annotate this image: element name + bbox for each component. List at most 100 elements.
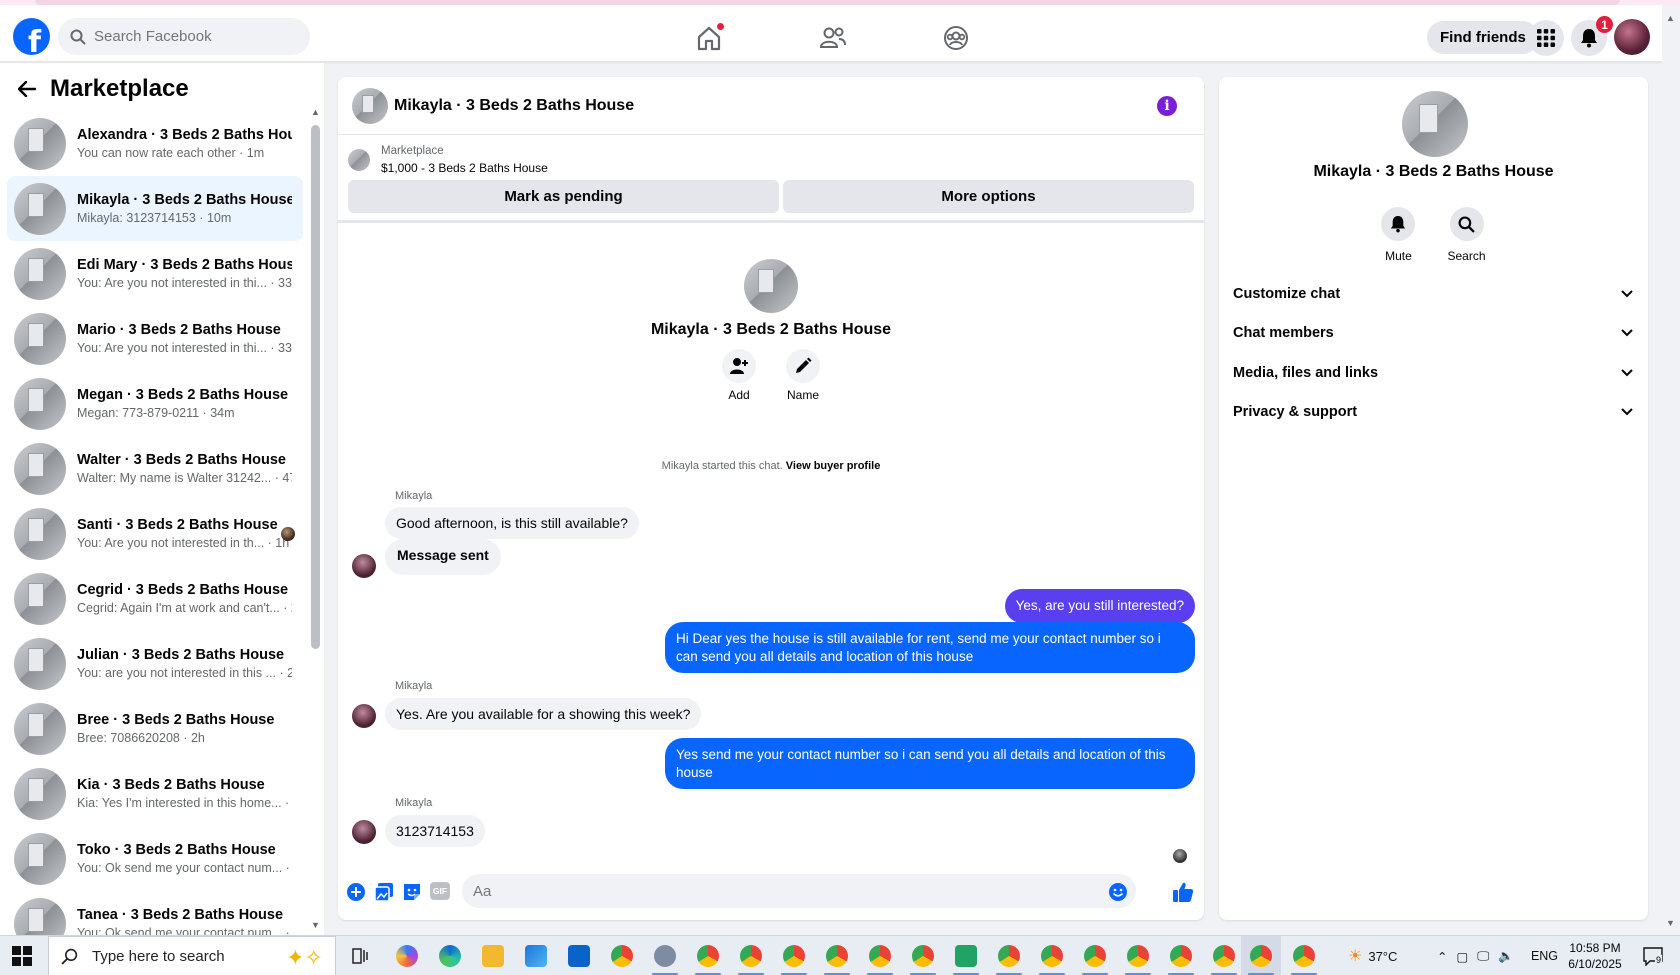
details-name: Mikayla · 3 Beds 2 Baths House [1313, 163, 1554, 180]
conversation-item[interactable]: Edi Mary · 3 Beds 2 Baths House You: Are … [7, 241, 303, 306]
search-in-chat-button[interactable]: Search [1447, 207, 1486, 263]
chevron-up-icon[interactable]: ⌃ [1437, 949, 1447, 964]
thumbs-up-icon[interactable] [1172, 881, 1194, 903]
edge-icon[interactable] [439, 945, 461, 967]
privacy-support-section[interactable]: Privacy & support [1233, 400, 1633, 424]
chrome-profile-icon[interactable] [1293, 945, 1315, 967]
conversation-preview: Bree: 7086620208 · 2h [77, 731, 205, 745]
chat-title[interactable]: Mikayla · 3 Beds 2 Baths House [394, 97, 634, 115]
notification-center-icon[interactable]: 9 [1642, 946, 1664, 967]
page-scrollbar[interactable]: ▲ ▼ [1662, 5, 1680, 935]
facebook-search[interactable] [58, 18, 310, 55]
divider [338, 220, 1204, 223]
seen-avatar [281, 527, 295, 541]
facebook-logo[interactable]: f [13, 18, 50, 55]
chrome-active-icon[interactable] [1250, 945, 1272, 967]
back-arrow-icon[interactable] [18, 81, 36, 97]
menu-button[interactable] [1528, 20, 1564, 56]
conversation-item[interactable]: Toko · 3 Beds 2 Baths House You: Ok send … [7, 826, 303, 891]
language-indicator[interactable]: ENG [1531, 949, 1558, 963]
friends-icon[interactable] [818, 23, 848, 53]
weather-widget[interactable]: ☀ 37°C [1348, 936, 1397, 975]
chrome-profile-icon[interactable] [1084, 945, 1106, 967]
bell-icon [1391, 216, 1406, 233]
search-input[interactable] [94, 28, 294, 45]
chrome-profile-icon[interactable] [998, 945, 1020, 967]
volume-icon[interactable]: 🔈 [1498, 949, 1514, 964]
chrome-profile-icon[interactable] [1170, 945, 1192, 967]
gif-icon[interactable]: GIF [430, 882, 450, 900]
task-view-icon[interactable] [349, 945, 371, 967]
view-buyer-profile-link[interactable]: View buyer profile [786, 460, 881, 472]
search-highlight-icon: ✦✧ [286, 945, 323, 970]
info-icon[interactable]: i [1157, 96, 1177, 116]
customize-chat-section[interactable]: Customize chat [1233, 282, 1633, 306]
chrome-profile-icon[interactable] [869, 945, 891, 967]
conversation-item[interactable]: Walter · 3 Beds 2 Baths House Walter: My … [7, 436, 303, 501]
mark-as-pending-button[interactable]: Mark as pending [348, 180, 779, 213]
emoji-icon[interactable] [1108, 882, 1128, 902]
conversation-item[interactable]: Bree · 3 Beds 2 Baths House Bree: 7086620… [7, 696, 303, 761]
sidebar-scrollbar[interactable] [311, 125, 320, 649]
details-avatar [1402, 91, 1468, 157]
plus-circle-icon[interactable] [346, 882, 366, 902]
taskbar-search[interactable]: Type here to search ✦✧ [48, 936, 336, 975]
name-chat-button[interactable]: Name [786, 349, 820, 402]
conversation-item[interactable]: Mikayla · 3 Beds 2 Baths House Mikayla: 3… [7, 176, 303, 241]
photo-icon[interactable] [374, 882, 394, 902]
chrome-icon[interactable] [611, 945, 633, 967]
scroll-up-arrow[interactable]: ▲ [1666, 13, 1675, 23]
network-icon[interactable]: 🖵 [1477, 949, 1489, 964]
conversation-name: Julian · 3 Beds 2 Baths House [77, 647, 285, 663]
file-explorer-icon[interactable] [482, 945, 504, 967]
camera-icon[interactable]: ▢ [1456, 949, 1468, 964]
more-options-button[interactable]: More options [783, 180, 1194, 213]
excel-icon[interactable] [955, 945, 977, 967]
incoming-message[interactable]: Message sent [385, 539, 501, 575]
chrome-profile-icon[interactable] [783, 945, 805, 967]
scroll-up-arrow[interactable]: ▲ [311, 107, 320, 117]
chrome-profile-icon[interactable] [1127, 945, 1149, 967]
incoming-message[interactable]: Yes. Are you available for a showing thi… [385, 698, 702, 730]
chrome-profile-icon[interactable] [826, 945, 848, 967]
outgoing-message[interactable]: Yes send me your contact number so i can… [665, 738, 1195, 790]
chrome-profile-icon[interactable] [697, 945, 719, 967]
app-icon[interactable] [654, 945, 676, 967]
chrome-profile-icon[interactable] [912, 945, 934, 967]
profile-avatar[interactable] [1614, 19, 1650, 55]
conversation-item[interactable]: Cegrid · 3 Beds 2 Baths House Cegrid: Aga… [7, 566, 303, 631]
chrome-profile-icon[interactable] [1041, 945, 1063, 967]
outlook-icon[interactable] [568, 945, 590, 967]
section-label: Chat members [1233, 325, 1334, 341]
add-people-button[interactable]: Add [722, 349, 756, 402]
conversation-item[interactable]: Megan · 3 Beds 2 Baths House Megan: 773-8… [7, 371, 303, 436]
scroll-down-arrow[interactable]: ▼ [311, 920, 320, 930]
conversation-name: Santi · 3 Beds 2 Baths House [77, 517, 278, 533]
outgoing-message[interactable]: Yes, are you still interested? [1004, 589, 1195, 623]
microsoft-store-icon[interactable] [525, 945, 547, 967]
chat-members-section[interactable]: Chat members [1233, 321, 1633, 345]
windows-start-icon[interactable] [12, 946, 32, 966]
chat-avatar[interactable] [352, 87, 388, 124]
copilot-icon[interactable] [396, 945, 418, 967]
groups-icon[interactable] [941, 23, 971, 53]
notifications-button[interactable]: 1 [1571, 16, 1613, 56]
mute-button[interactable]: Mute [1381, 207, 1416, 263]
conversation-item[interactable]: Mario · 3 Beds 2 Baths House You: Are you… [7, 306, 303, 371]
conversation-item[interactable]: Alexandra · 3 Beds 2 Baths House You can … [7, 111, 303, 176]
find-friends-button[interactable]: Find friends [1427, 21, 1539, 54]
scroll-down-arrow[interactable]: ▼ [1666, 918, 1675, 928]
listing-summary[interactable]: Marketplace $1,000 - 3 Beds 2 Baths Hous… [348, 145, 548, 175]
outgoing-message[interactable]: Hi Dear yes the house is still available… [665, 622, 1195, 674]
incoming-message[interactable]: Good afternoon, is this still available? [385, 507, 639, 539]
conversation-item[interactable]: Julian · 3 Beds 2 Baths House You: are yo… [7, 631, 303, 696]
sticker-icon[interactable] [402, 882, 422, 902]
incoming-message[interactable]: 3123714153 [385, 815, 485, 847]
conversation-item[interactable]: Santi · 3 Beds 2 Baths House You: Are you… [7, 501, 303, 566]
clock[interactable]: 10:58 PM 6/10/2025 [1558, 940, 1632, 972]
media-files-links-section[interactable]: Media, files and links [1233, 361, 1633, 385]
conversation-item[interactable]: Kia · 3 Beds 2 Baths House Kia: Yes I'm i… [7, 761, 303, 826]
chrome-profile-icon[interactable] [740, 945, 762, 967]
chrome-profile-icon[interactable] [1213, 945, 1235, 967]
message-input[interactable] [462, 874, 1136, 908]
